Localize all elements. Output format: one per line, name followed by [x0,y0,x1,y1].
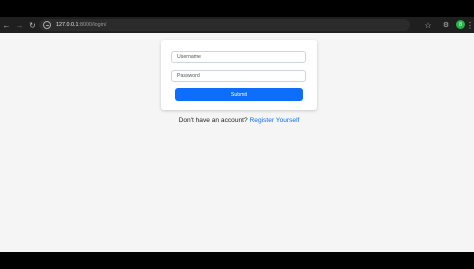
url-path: :8000/login/ [78,22,107,28]
username-input[interactable]: Username [171,51,306,63]
password-input[interactable]: Password [171,70,306,82]
back-button[interactable]: ← [0,17,13,33]
username-placeholder: Username [177,54,201,60]
password-placeholder: Password [177,73,200,79]
register-prompt: Don't have an account? Register Yourself [0,117,474,124]
browser-toolbar: ← → ↻ 127.0.0.1:8000/login/ ☆ ⚙ 8 ⋮ [0,17,474,33]
submit-button[interactable]: Submit [175,88,303,101]
arrow-left-icon: ← [2,20,11,30]
extension-icon: ⚙ [442,22,450,29]
bookmark-button[interactable]: ☆ [423,19,433,31]
register-prompt-text: Don't have an account? [178,117,248,124]
kebab-menu-icon: ⋮ [466,20,474,30]
screen: ← → ↻ 127.0.0.1:8000/login/ ☆ ⚙ 8 ⋮ User… [0,0,474,269]
reload-button[interactable]: ↻ [26,17,39,33]
star-icon: ☆ [424,20,432,30]
page-viewport: Username Password Submit Don't have an a… [0,33,474,252]
site-info-icon[interactable] [43,21,51,29]
bottom-bezel [0,252,474,269]
extensions-button[interactable]: ⚙ [441,19,451,31]
top-bezel [0,0,474,17]
arrow-right-icon: → [15,20,24,30]
url-text: 127.0.0.1:8000/login/ [56,22,106,28]
forward-button[interactable]: → [13,17,26,33]
profile-avatar[interactable]: 8 [456,20,465,29]
submit-label: Submit [230,91,248,98]
login-card: Username Password Submit [161,40,317,110]
address-bar[interactable]: 127.0.0.1:8000/login/ [39,19,410,31]
url-host: 127.0.0.1 [56,22,79,28]
browser-menu-button[interactable]: ⋮ [466,19,474,31]
reload-icon: ↻ [29,20,36,30]
register-link[interactable]: Register Yourself [250,117,300,124]
